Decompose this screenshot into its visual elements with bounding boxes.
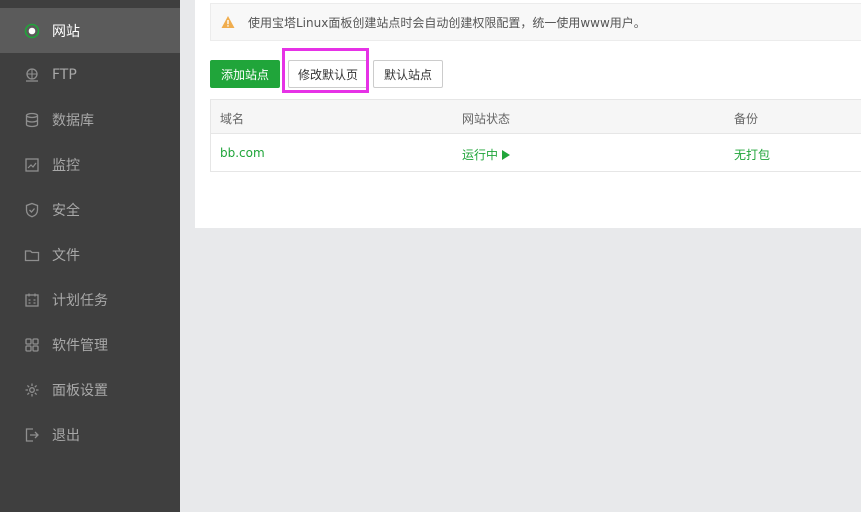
sidebar-item-label: 计划任务 (52, 292, 108, 309)
table-header: 域名 网站状态 备份 (211, 100, 861, 134)
site-table: 域名 网站状态 备份 bb.com 运行中 无打包 (210, 99, 861, 172)
sidebar-item-logout[interactable]: 退出 (0, 412, 180, 457)
column-header-backup: 备份 (734, 112, 759, 126)
notice-text: 使用宝塔Linux面板创建站点时会自动创建权限配置，统一使用www用户。 (248, 15, 646, 30)
site-status-toggle[interactable]: 运行中 (462, 146, 511, 163)
sidebar-item-label: FTP (52, 66, 77, 83)
warning-icon (221, 15, 235, 29)
grid-icon (24, 337, 40, 353)
sidebar-item-label: 数据库 (52, 112, 94, 129)
sidebar: 网站 FTP 数据库 监控 安全 文件 计划任务 软件管理 面板设置 退出 (0, 0, 180, 512)
sidebar-item-label: 退出 (52, 427, 80, 444)
add-site-button[interactable]: 添加站点 (210, 60, 280, 88)
sidebar-item-ftp[interactable]: FTP (0, 52, 180, 97)
sidebar-item-files[interactable]: 文件 (0, 232, 180, 277)
main-panel: 使用宝塔Linux面板创建站点时会自动创建权限配置，统一使用www用户。 添加站… (195, 0, 861, 228)
sidebar-item-settings[interactable]: 面板设置 (0, 367, 180, 412)
table-row: bb.com 运行中 无打包 (211, 134, 861, 172)
sidebar-item-monitor[interactable]: 监控 (0, 142, 180, 187)
shield-icon (24, 202, 40, 218)
calendar-icon (24, 292, 40, 308)
sidebar-item-label: 网站 (52, 23, 80, 40)
sidebar-item-label: 监控 (52, 157, 80, 174)
sidebar-item-cron[interactable]: 计划任务 (0, 277, 180, 322)
sidebar-item-label: 安全 (52, 202, 80, 219)
ftp-icon (24, 67, 40, 83)
sidebar-item-label: 软件管理 (52, 337, 108, 354)
sidebar-item-website[interactable]: 网站 (0, 8, 180, 53)
play-icon (502, 150, 511, 160)
sidebar-item-software[interactable]: 软件管理 (0, 322, 180, 367)
column-header-status: 网站状态 (462, 112, 511, 126)
notice-bar: 使用宝塔Linux面板创建站点时会自动创建权限配置，统一使用www用户。 (210, 3, 861, 41)
gear-icon (24, 382, 40, 398)
site-backup-link[interactable]: 无打包 (734, 146, 770, 163)
folder-icon (24, 247, 40, 263)
database-icon (24, 112, 40, 128)
monitor-icon (24, 157, 40, 173)
sidebar-item-database[interactable]: 数据库 (0, 97, 180, 142)
default-site-button[interactable]: 默认站点 (373, 60, 443, 88)
site-domain-link[interactable]: bb.com (220, 146, 265, 160)
column-header-domain: 域名 (220, 112, 245, 126)
globe-icon (24, 23, 40, 39)
edit-default-page-button[interactable]: 修改默认页 (288, 60, 368, 88)
sidebar-item-security[interactable]: 安全 (0, 187, 180, 232)
logout-icon (24, 427, 40, 443)
site-status-label: 运行中 (462, 148, 499, 162)
sidebar-item-label: 文件 (52, 247, 80, 264)
sidebar-item-label: 面板设置 (52, 382, 108, 399)
